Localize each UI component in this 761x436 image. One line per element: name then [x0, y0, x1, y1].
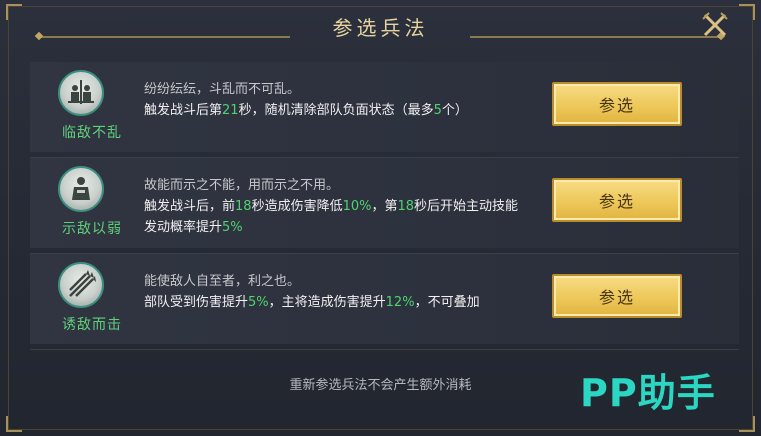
tactic-name: 临敌不乱: [62, 125, 122, 141]
tactic-effect: 部队受到伤害提升5%，主将造成伤害提升12%，不可叠加: [144, 292, 529, 313]
select-tactic-button[interactable]: 参选: [552, 178, 682, 222]
select-button-label: 参选: [598, 288, 635, 307]
tactic-icon-frame: [58, 262, 104, 308]
effect-text: 秒造成伤害降低: [251, 199, 343, 214]
frame-corner: [739, 4, 755, 20]
pp-assistant-watermark: PP助手: [580, 371, 716, 415]
soldiers-formation-icon: [68, 80, 94, 104]
tactic-icon-frame: [58, 166, 104, 212]
close-swords-icon: [702, 12, 728, 37]
frame-corner: [6, 416, 22, 432]
effect-text: 触发战斗后第: [144, 103, 223, 118]
effect-value: 12%: [385, 295, 415, 310]
select-tactic-button[interactable]: 参选: [552, 274, 682, 318]
tactic-name: 诱敌而击: [62, 317, 122, 333]
dialog-header: 参选兵法: [28, 8, 733, 44]
tactic-quote: 纷纷纭纭，斗乱而不可乱。: [144, 82, 301, 97]
effect-text: 秒，随机清除部队负面状态（最多: [238, 103, 434, 118]
effect-text: 触发战斗后，前: [144, 199, 236, 214]
effect-value: 18: [397, 199, 415, 214]
tactic-row: 临敌不乱 纷纷纭纭，斗乱而不可乱。 触发战斗后第21秒，随机清除部队负面状态（最…: [30, 62, 739, 158]
dialog-title: 参选兵法: [332, 15, 429, 40]
tactic-effect: 触发战斗后，前18秒造成伤害降低10%，第18秒后开始主动技能发动概率提升5%: [144, 196, 529, 238]
select-button-label: 参选: [598, 96, 635, 115]
select-tactic-button[interactable]: 参选: [552, 82, 682, 126]
effect-value: 5: [433, 103, 442, 118]
select-button-label: 参选: [598, 192, 635, 211]
tactic-quote: 故能而示之不能，用而示之不用。: [144, 178, 340, 193]
tactic-icon-frame: [58, 70, 104, 116]
tactic-name: 示敌以弱: [62, 221, 122, 237]
effect-text: 部队受到伤害提升: [144, 295, 249, 310]
effect-value: 21: [222, 103, 239, 118]
arrows-volley-icon: [69, 270, 96, 297]
effect-text: ，不可叠加: [414, 295, 480, 310]
tactic-select-dialog: 参选兵法 临敌不乱 纷纷纭纭，斗乱而不可乱。 触发战斗后第21秒，随机清除部队负…: [0, 0, 761, 436]
effect-value: 10%: [342, 199, 372, 214]
close-button[interactable]: [700, 10, 730, 40]
effect-value: 5%: [248, 295, 269, 310]
tactic-effect: 触发战斗后第21秒，随机清除部队负面状态（最多5个）: [144, 100, 529, 121]
tactic-quote: 能使敌人自至者，利之也。: [144, 274, 301, 289]
effect-text: 个）: [441, 103, 468, 118]
effect-text: ，主将造成伤害提升: [268, 295, 386, 310]
effect-text: ，第: [371, 199, 398, 214]
tactic-row: 诱敌而击 能使敌人自至者，利之也。 部队受到伤害提升5%，主将造成伤害提升12%…: [30, 254, 739, 350]
soldier-figure-icon: [72, 177, 90, 200]
effect-value: 18: [235, 199, 252, 214]
tactic-row: 示敌以弱 故能而示之不能，用而示之不用。 触发战斗后，前18秒造成伤害降低10%…: [30, 158, 739, 254]
effect-value: 5%: [222, 220, 243, 235]
frame-corner: [739, 416, 755, 432]
frame-corner: [6, 4, 22, 20]
